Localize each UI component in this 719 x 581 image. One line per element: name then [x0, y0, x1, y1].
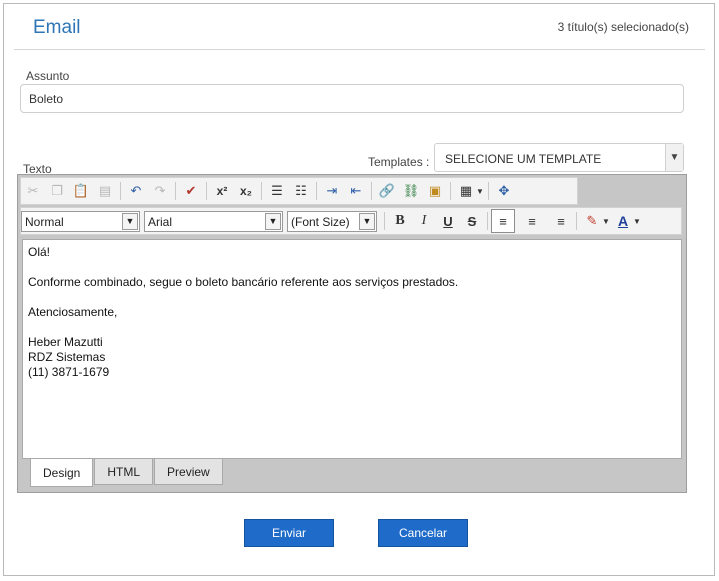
- page-title: Email: [33, 17, 81, 38]
- insert-image-icon[interactable]: ▣: [423, 179, 447, 203]
- toolbar-separator: [371, 182, 372, 200]
- chevron-down-icon[interactable]: ▼: [601, 217, 611, 226]
- header-divider: [14, 49, 705, 50]
- paste-word-icon[interactable]: ▤: [93, 179, 117, 203]
- chevron-down-icon[interactable]: ▼: [122, 212, 138, 230]
- templates-select[interactable]: SELECIONE UM TEMPLATE ▼: [434, 143, 684, 172]
- font-name-value: Arial: [148, 214, 173, 229]
- editor-content[interactable]: Olá! Conforme combinado, segue o boleto b…: [22, 239, 682, 459]
- toolbar-separator: [261, 182, 262, 200]
- tab-preview[interactable]: Preview: [154, 459, 223, 485]
- bold-button[interactable]: B: [388, 209, 412, 233]
- subject-label: Assunto: [26, 69, 70, 83]
- remove-link-icon[interactable]: ⛓: [399, 179, 423, 203]
- paragraph-format-value: Normal: [25, 214, 64, 229]
- editor-mode-tabs: Design HTML Preview: [22, 459, 223, 487]
- templates-selected-value: SELECIONE UM TEMPLATE: [445, 152, 602, 166]
- font-size-value: (Font Size): [291, 214, 350, 229]
- editor-toolbar-row-2: Normal ▼ Arial ▼ (Font Size) ▼ B I U S ≡…: [20, 207, 682, 235]
- paragraph-format-select[interactable]: Normal ▼: [21, 210, 140, 232]
- toolbar-separator: [316, 182, 317, 200]
- font-size-select[interactable]: (Font Size) ▼: [287, 210, 377, 232]
- toolbar-separator: [175, 182, 176, 200]
- fullscreen-icon[interactable]: ✥: [492, 179, 516, 203]
- toolbar-separator: [450, 182, 451, 200]
- tab-design[interactable]: Design: [30, 459, 94, 487]
- align-center-icon[interactable]: ≡: [520, 209, 544, 233]
- content-line: Heber Mazutti: [28, 335, 103, 349]
- content-line: Olá!: [28, 245, 51, 259]
- content-line: RDZ Sistemas: [28, 350, 106, 364]
- chevron-down-icon[interactable]: ▼: [632, 217, 642, 226]
- copy-icon[interactable]: ❐: [45, 179, 69, 203]
- insert-link-icon[interactable]: 🔗: [375, 179, 399, 203]
- strikethrough-button[interactable]: S: [460, 209, 484, 233]
- content-line: (11) 3871-1679: [28, 365, 110, 379]
- send-button[interactable]: Enviar: [244, 519, 334, 547]
- numbered-list-icon[interactable]: ☰: [265, 179, 289, 203]
- subscript-icon[interactable]: x₂: [234, 179, 258, 203]
- toolbar-separator: [487, 212, 488, 230]
- rich-text-editor: ✂ ❐ 📋 ▤ ↶ ↷ ✔ x² x₂ ☰ ☷ ⇥ ⇤ 🔗 ⛓ ▣ ▦ ▼ ✥ …: [17, 174, 687, 493]
- content-line: Conforme combinado, segue o boleto bancá…: [28, 275, 459, 289]
- chevron-down-icon[interactable]: ▼: [265, 212, 281, 230]
- selected-count: 3 título(s) selecionado(s): [557, 20, 689, 34]
- toolbar-separator: [206, 182, 207, 200]
- font-name-select[interactable]: Arial ▼: [144, 210, 283, 232]
- content-line: [28, 290, 676, 305]
- spellcheck-icon[interactable]: ✔: [179, 179, 203, 203]
- indent-icon[interactable]: ⇥: [320, 179, 344, 203]
- italic-button[interactable]: I: [412, 209, 436, 233]
- subject-input[interactable]: [20, 84, 684, 113]
- toolbar-separator: [384, 212, 385, 230]
- underline-button[interactable]: U: [436, 209, 460, 233]
- chevron-down-icon[interactable]: ▼: [475, 187, 485, 196]
- toolbar-separator: [576, 212, 577, 230]
- align-right-icon[interactable]: ≡: [549, 209, 573, 233]
- chevron-down-icon[interactable]: ▼: [359, 212, 375, 230]
- align-left-icon[interactable]: ≡: [491, 209, 515, 233]
- outdent-icon[interactable]: ⇤: [344, 179, 368, 203]
- content-line: Atenciosamente,: [28, 305, 118, 319]
- editor-toolbar-row-1: ✂ ❐ 📋 ▤ ↶ ↷ ✔ x² x₂ ☰ ☷ ⇥ ⇤ 🔗 ⛓ ▣ ▦ ▼ ✥: [20, 177, 578, 205]
- content-line: [28, 260, 676, 275]
- bulleted-list-icon[interactable]: ☷: [289, 179, 313, 203]
- content-line: [28, 320, 676, 335]
- paste-icon[interactable]: 📋: [69, 179, 93, 203]
- toolbar-separator: [120, 182, 121, 200]
- redo-icon[interactable]: ↷: [148, 179, 172, 203]
- tab-html[interactable]: HTML: [94, 459, 154, 485]
- templates-label: Templates :: [368, 155, 430, 169]
- toolbar-separator: [488, 182, 489, 200]
- undo-icon[interactable]: ↶: [124, 179, 148, 203]
- chevron-down-icon[interactable]: ▼: [665, 144, 683, 171]
- cancel-button[interactable]: Cancelar: [378, 519, 468, 547]
- superscript-icon[interactable]: x²: [210, 179, 234, 203]
- cut-icon[interactable]: ✂: [21, 179, 45, 203]
